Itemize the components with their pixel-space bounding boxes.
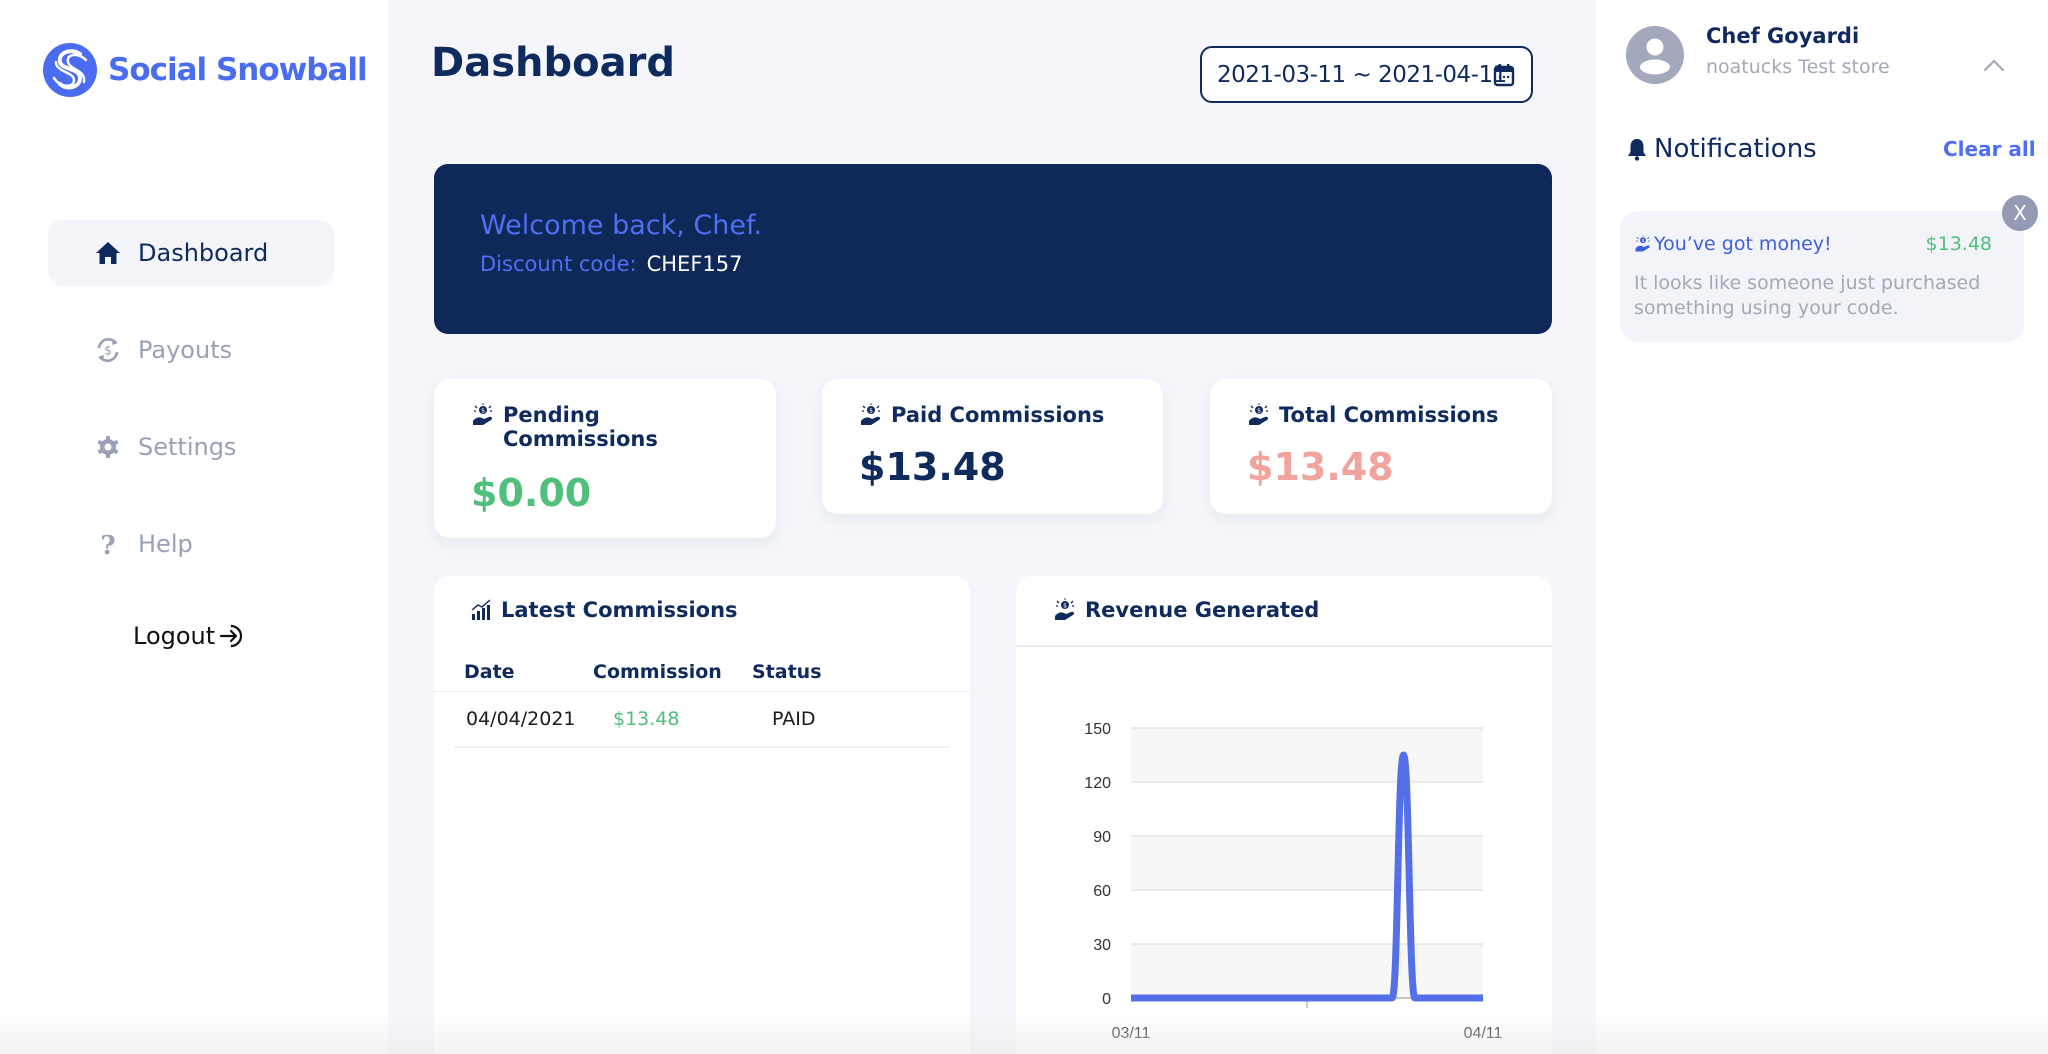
chart-band [1131, 836, 1483, 890]
panel-divider [1016, 645, 1552, 647]
column-header-status[interactable]: Status [752, 661, 902, 683]
notification-body: It looks like someone just purchased som… [1634, 271, 2014, 321]
home-icon [94, 239, 122, 267]
svg-text:?: ? [100, 531, 115, 558]
panel-title: Latest Commissions [501, 598, 738, 622]
cell-status: PAID [772, 708, 922, 730]
right-panel: Chef Goyardi noatucks Test store Notific… [1596, 0, 2048, 1054]
sidebar-item-help[interactable]: ? Help [48, 511, 334, 577]
table-row[interactable]: 04/04/2021 $13.48 PAID [454, 692, 950, 748]
cell-commission: $13.48 [613, 708, 772, 730]
svg-text:$: $ [1642, 238, 1645, 244]
total-commissions-card: $ Total Commissions $13.48 [1210, 379, 1552, 514]
logout-label: Logout [133, 622, 215, 650]
svg-text:$: $ [104, 344, 112, 358]
stat-value: $13.48 [1247, 445, 1394, 489]
brand-logo-link[interactable]: Social Snowball [42, 40, 367, 100]
main-content: Dashboard 2021-03-11 ~ 2021-04-11 Welcom… [388, 0, 1596, 1054]
cell-date: 04/04/2021 [454, 708, 613, 730]
page-title: Dashboard [431, 40, 675, 86]
sidebar-item-settings[interactable]: Settings [48, 414, 334, 480]
welcome-banner: Welcome back, Chef. Discount code: CHEF1… [434, 164, 1552, 334]
discount-code-value[interactable]: CHEF157 [647, 252, 743, 276]
chart-band [1131, 728, 1483, 782]
notification-close-button[interactable]: X [2002, 195, 2038, 231]
sidebar-item-label: Payouts [138, 336, 232, 364]
notifications-title: Notifications [1654, 134, 1817, 164]
bell-icon [1626, 137, 1648, 161]
stat-value: $13.48 [859, 445, 1006, 489]
sidebar-item-label: Settings [138, 433, 236, 461]
user-store: noatucks Test store [1706, 56, 1890, 78]
notification-title: You’ve got money! [1654, 233, 1832, 255]
revenue-generated-panel: $ Revenue Generated 0 30 60 90 120 150 03/11 04… [1016, 576, 1552, 1054]
gear-icon [94, 433, 122, 461]
y-tick-label: 150 [1084, 721, 1111, 738]
x-tick-label: 03/11 [1112, 1025, 1151, 1042]
money-hand-icon: $ [1053, 598, 1077, 622]
sidebar-item-payouts[interactable]: $ Payouts [48, 317, 334, 383]
x-tick-label: 04/11 [1464, 1025, 1503, 1042]
pending-commissions-card: $ Pending Commissions $0.00 [434, 379, 776, 538]
user-name: Chef Goyardi [1706, 24, 1859, 48]
svg-text:$: $ [1063, 602, 1067, 609]
latest-commissions-panel: Latest Commissions Date Commission Statu… [434, 576, 970, 1054]
discount-code: Discount code: CHEF157 [480, 252, 742, 276]
logout-button[interactable]: Logout [133, 622, 245, 650]
y-tick-label: 60 [1093, 883, 1111, 900]
stat-title: Paid Commissions [891, 403, 1104, 427]
stat-title: Total Commissions [1279, 403, 1499, 427]
sidebar: Social Snowball Dashboard $ Payouts [0, 0, 388, 1054]
calendar-icon [1493, 63, 1515, 87]
y-tick-label: 120 [1084, 775, 1111, 792]
paid-commissions-card: $ Paid Commissions $13.48 [822, 379, 1163, 514]
column-header-date[interactable]: Date [434, 661, 593, 683]
panel-title: Revenue Generated [1085, 598, 1319, 622]
revenue-chart: 0 30 60 90 120 150 03/11 04/11 [1016, 648, 1552, 1054]
y-tick-label: 0 [1102, 991, 1111, 1008]
chevron-up-icon[interactable] [1982, 58, 2006, 72]
sidebar-nav: Dashboard $ Payouts [48, 220, 334, 608]
y-tick-label: 90 [1093, 829, 1111, 846]
stat-value: $0.00 [471, 471, 591, 515]
y-tick-label: 30 [1093, 937, 1111, 954]
money-hand-icon: $ [859, 403, 883, 427]
sidebar-item-label: Dashboard [138, 239, 268, 267]
money-hand-icon: $ [1247, 403, 1271, 427]
avatar-icon[interactable] [1626, 26, 1684, 84]
welcome-greeting: Welcome back, Chef. [480, 210, 762, 241]
column-header-commission[interactable]: Commission [593, 661, 752, 683]
bar-chart-icon [471, 599, 493, 621]
table-header: Date Commission Status [434, 652, 970, 692]
revenue-line-chart: 0 30 60 90 120 150 03/11 04/11 [1016, 648, 1552, 1054]
notifications-header: Notifications [1626, 134, 1817, 164]
svg-text:$: $ [481, 407, 485, 414]
sidebar-item-label: Help [138, 530, 193, 558]
date-range-picker[interactable]: 2021-03-11 ~ 2021-04-11 [1200, 46, 1533, 103]
notification-amount: $13.48 [1926, 233, 1992, 255]
money-hand-icon: $ [1634, 235, 1652, 253]
date-range-value: 2021-03-11 ~ 2021-04-11 [1217, 62, 1507, 88]
stat-title: Pending Commissions [503, 403, 658, 451]
logout-arrow-icon [219, 623, 245, 649]
discount-code-label: Discount code: [480, 252, 637, 276]
question-icon: ? [94, 530, 122, 558]
snowball-logo-icon [42, 40, 98, 100]
clear-all-button[interactable]: Clear all [1943, 137, 2036, 161]
notification-card[interactable]: $ You’ve got money! $13.48 It looks like… [1620, 211, 2024, 342]
brand-name: Social Snowball [108, 52, 367, 88]
money-hand-icon: $ [471, 403, 495, 427]
payout-refresh-icon: $ [94, 336, 122, 364]
svg-text:$: $ [1257, 407, 1261, 414]
commissions-table: Date Commission Status 04/04/2021 $13.48… [434, 652, 970, 748]
chart-band [1131, 944, 1483, 998]
sidebar-item-dashboard[interactable]: Dashboard [48, 220, 334, 286]
svg-text:$: $ [869, 407, 873, 414]
